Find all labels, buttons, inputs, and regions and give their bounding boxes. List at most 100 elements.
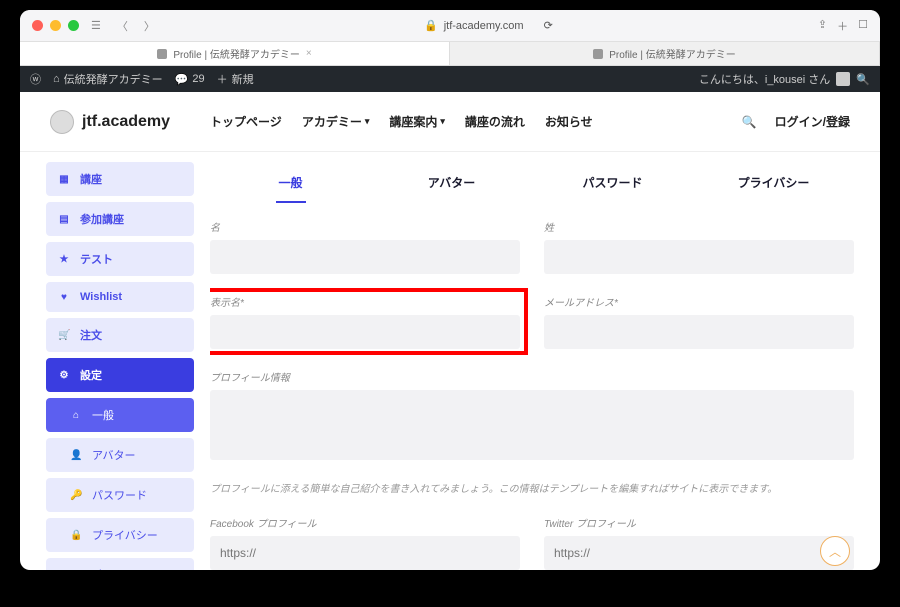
lock-icon: 🔒 — [70, 530, 82, 541]
input-facebook[interactable] — [210, 536, 520, 570]
nav-flow[interactable]: 講座の流れ — [465, 113, 525, 130]
textarea-profile-info[interactable] — [210, 390, 854, 460]
favicon-icon — [157, 49, 167, 59]
browser-tab[interactable]: Profile | 伝統発酵アカデミー — [450, 42, 880, 65]
key-icon: 🔑 — [70, 490, 82, 501]
wp-logo-icon[interactable]: ⓦ — [30, 71, 41, 87]
wp-new[interactable]: ＋ 新規 — [217, 71, 254, 87]
url-text: jtf-academy.com — [444, 20, 524, 32]
field-profile-info: プロフィール情報 — [210, 369, 854, 460]
main-nav: トップページ アカデミー▾ 講座案内▾ 講座の流れ お知らせ — [210, 113, 593, 130]
wp-greeting[interactable]: こんにちは、i_kousei さん — [699, 71, 830, 87]
field-first-name: 名 — [210, 219, 520, 274]
comment-icon: 💬 — [175, 73, 189, 86]
sidebar-item-test[interactable]: ★テスト — [46, 242, 194, 276]
tab-privacy[interactable]: プライバシー — [693, 166, 854, 203]
sidebar-item-password[interactable]: 🔑パスワード — [46, 478, 194, 512]
traffic-lights — [32, 20, 79, 31]
label-email: メールアドレス* — [544, 294, 854, 309]
profile-form: 名 姓 表示名* メールアドレス* — [210, 203, 854, 570]
nav-forward-icon[interactable]: 〉 — [140, 18, 159, 34]
label-twitter: Twitter プロフィール — [544, 515, 854, 530]
sidebar-item-logout[interactable]: ⎋ログアウト — [46, 558, 194, 570]
home-icon: ⌂ — [70, 410, 82, 421]
sidebar-item-orders[interactable]: 🛒注文 — [46, 318, 194, 352]
star-icon: ★ — [58, 254, 70, 265]
label-profile-info: プロフィール情報 — [210, 369, 854, 384]
label-facebook: Facebook プロフィール — [210, 515, 520, 530]
input-first-name[interactable] — [210, 240, 520, 274]
brand-name: jtf.academy — [82, 113, 170, 131]
input-display-name[interactable] — [210, 315, 520, 349]
sidebar-item-settings[interactable]: ⚙設定 — [46, 358, 194, 392]
login-link[interactable]: ログイン/登録 — [775, 113, 850, 130]
close-tab-icon[interactable]: × — [306, 48, 312, 59]
profile-hint: プロフィールに添える簡単な自己紹介を書き入れてみましょう。この情報はテンプレート… — [210, 480, 854, 495]
plus-icon: ＋ — [217, 71, 228, 87]
tab-avatar[interactable]: アバター — [371, 166, 532, 203]
logout-icon: ⎋ — [58, 570, 70, 571]
wp-admin-bar: ⓦ ⌂ 伝統発酵アカデミー 💬 29 ＋ 新規 こんにちは、i_kousei さ… — [20, 66, 880, 92]
site-header: jtf.academy トップページ アカデミー▾ 講座案内▾ 講座の流れ お知… — [20, 92, 880, 152]
sidebar-item-privacy[interactable]: 🔒プライバシー — [46, 518, 194, 552]
tab-title: Profile | 伝統発酵アカデミー — [173, 46, 300, 61]
logo-image — [50, 110, 74, 134]
scroll-to-top-button[interactable]: ︿ — [820, 536, 850, 566]
field-twitter: Twitter プロフィール — [544, 515, 854, 570]
field-email: メールアドレス* — [544, 294, 854, 349]
sidebar-item-joined[interactable]: ▤参加講座 — [46, 202, 194, 236]
profile-sidebar: ▦講座 ▤参加講座 ★テスト ♥Wishlist 🛒注文 ⚙設定 ⌂一般 👤アバ… — [46, 162, 194, 570]
user-icon: 👤 — [70, 450, 82, 461]
book-icon: ▦ — [58, 174, 70, 185]
new-tab-icon[interactable]: ＋ — [837, 18, 848, 34]
nav-courses[interactable]: 講座案内▾ — [389, 113, 445, 130]
search-icon[interactable]: 🔍 — [856, 73, 870, 86]
chevron-up-icon: ︿ — [829, 543, 841, 560]
minimize-window[interactable] — [50, 20, 61, 31]
nav-back-icon[interactable]: 〈 — [113, 18, 132, 34]
tab-general[interactable]: 一般 — [210, 166, 371, 203]
clipboard-icon: ▤ — [58, 214, 70, 225]
browser-tabs: Profile | 伝統発酵アカデミー × Profile | 伝統発酵アカデミ… — [20, 42, 880, 66]
maximize-window[interactable] — [68, 20, 79, 31]
chevron-down-icon: ▾ — [365, 116, 370, 127]
share-icon[interactable]: ⇪ — [818, 18, 827, 34]
lock-icon: 🔒 — [424, 19, 438, 32]
input-email[interactable] — [544, 315, 854, 349]
sidebar-item-courses[interactable]: ▦講座 — [46, 162, 194, 196]
label-first-name: 名 — [210, 219, 520, 234]
favicon-icon — [593, 49, 603, 59]
home-icon: ⌂ — [53, 73, 60, 85]
avatar-icon[interactable] — [836, 72, 850, 86]
close-window[interactable] — [32, 20, 43, 31]
reader-icon[interactable]: ⟳ — [544, 19, 553, 32]
label-display-name: 表示名* — [210, 294, 520, 309]
search-icon[interactable]: 🔍 — [742, 115, 757, 129]
profile-content: 一般 アバター パスワード プライバシー 名 姓 — [210, 162, 854, 570]
field-facebook: Facebook プロフィール — [210, 515, 520, 570]
gear-icon: ⚙ — [58, 370, 70, 381]
input-twitter[interactable] — [544, 536, 854, 570]
field-last-name: 姓 — [544, 219, 854, 274]
wp-site-link[interactable]: ⌂ 伝統発酵アカデミー — [53, 71, 163, 87]
sidebar-toggle-icon[interactable]: ☰ — [87, 19, 105, 32]
page-body: ▦講座 ▤参加講座 ★テスト ♥Wishlist 🛒注文 ⚙設定 ⌂一般 👤アバ… — [20, 152, 880, 570]
field-display-name: 表示名* — [210, 294, 520, 349]
cart-icon: 🛒 — [58, 330, 70, 341]
nav-news[interactable]: お知らせ — [545, 113, 593, 130]
nav-academy[interactable]: アカデミー▾ — [302, 113, 370, 130]
tab-password[interactable]: パスワード — [532, 166, 693, 203]
sidebar-item-wishlist[interactable]: ♥Wishlist — [46, 282, 194, 312]
input-last-name[interactable] — [544, 240, 854, 274]
url-bar[interactable]: 🔒 jtf-academy.com ⟳ — [167, 19, 810, 32]
browser-tab[interactable]: Profile | 伝統発酵アカデミー × — [20, 42, 450, 65]
tabs-overview-icon[interactable]: ☐ — [858, 18, 868, 34]
browser-toolbar: ☰ 〈 〉 🔒 jtf-academy.com ⟳ ⇪ ＋ ☐ — [20, 10, 880, 42]
profile-tabs: 一般 アバター パスワード プライバシー — [210, 162, 854, 203]
sidebar-item-avatar[interactable]: 👤アバター — [46, 438, 194, 472]
wp-comments[interactable]: 💬 29 — [175, 73, 205, 86]
site-logo[interactable]: jtf.academy — [50, 110, 170, 134]
sidebar-item-general[interactable]: ⌂一般 — [46, 398, 194, 432]
tab-title: Profile | 伝統発酵アカデミー — [609, 46, 736, 61]
nav-top[interactable]: トップページ — [210, 113, 282, 130]
